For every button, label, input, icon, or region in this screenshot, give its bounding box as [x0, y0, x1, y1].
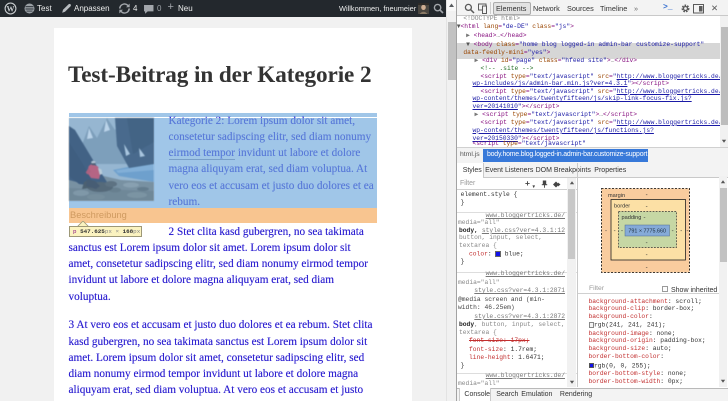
svg-text:-: - — [646, 204, 648, 210]
svg-text:-: - — [680, 229, 682, 235]
svg-text:-: - — [646, 265, 648, 271]
svg-text:-: - — [646, 193, 648, 199]
svg-text:-: - — [614, 229, 616, 235]
svg-text:-: - — [687, 229, 689, 235]
svg-text:W: W — [7, 4, 15, 13]
svg-text:margin: margin — [608, 193, 625, 199]
svg-text:-: - — [646, 253, 648, 259]
svg-text:-: - — [672, 229, 674, 235]
svg-text:-: - — [605, 229, 607, 235]
svg-text:border: border — [614, 204, 630, 210]
svg-text:-: - — [621, 229, 623, 235]
svg-text:-: - — [644, 215, 646, 221]
svg-text:padding: padding — [622, 215, 642, 221]
svg-text:-: - — [646, 241, 648, 247]
svg-text:791 × 7775.660: 791 × 7775.660 — [628, 229, 666, 235]
